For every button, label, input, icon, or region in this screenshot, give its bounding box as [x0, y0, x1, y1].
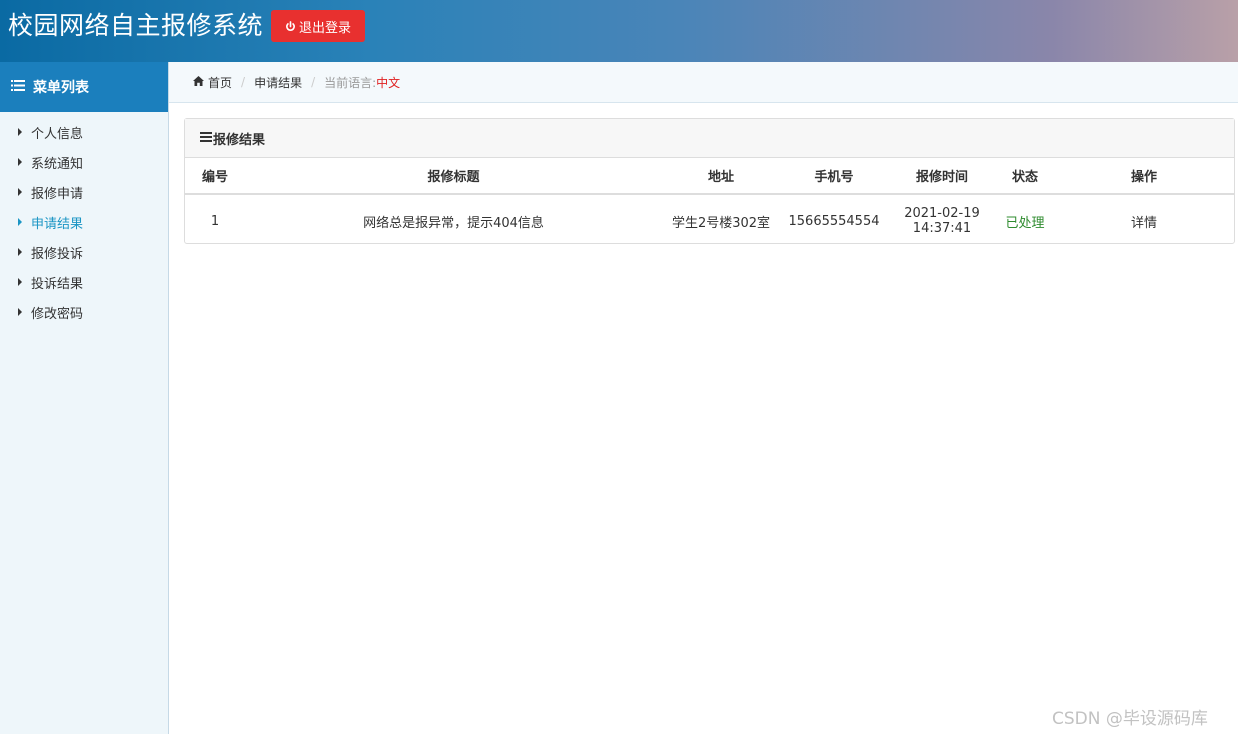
column-header-status: 状态: [996, 158, 1054, 195]
cell-address: 学生2号楼302室: [671, 215, 771, 231]
cell-clock-text: 14:37:41: [912, 221, 972, 236]
panel-header: 报修结果: [185, 119, 1234, 158]
cell-status: 已处理: [1005, 215, 1045, 231]
cell-id: 1: [210, 213, 220, 229]
sidebar-menu: 个人信息 系统通知 报修申请 申请结果 报修投诉 投诉结果 修改密码: [0, 117, 168, 327]
sidebar-item-change-password[interactable]: 修改密码: [0, 297, 168, 327]
top-header: 校园网络自主报修系统 退出登录: [0, 0, 1238, 62]
sidebar-item-repair-complaint[interactable]: 报修投诉: [0, 237, 168, 267]
logout-label: 退出登录: [298, 20, 351, 36]
hamburger-icon: [200, 131, 212, 146]
list-icon: [11, 79, 25, 95]
breadcrumb: 首页 / 申请结果 / 当前语言: 中文: [169, 62, 1238, 103]
column-header-title: 报修标题: [245, 158, 662, 195]
sidebar-item-repair-request[interactable]: 报修申请: [0, 177, 168, 207]
sidebar-item-label: 个人信息: [31, 126, 84, 142]
sidebar-item-label: 报修投诉: [31, 246, 84, 262]
cell-phone: 15665554554: [788, 213, 880, 229]
app-title: 校园网络自主报修系统: [8, 11, 264, 40]
caret-right-icon: [18, 308, 22, 316]
sidebar-item-label: 申请结果: [31, 216, 84, 232]
sidebar-item-system-notice[interactable]: 系统通知: [0, 147, 168, 177]
cell-date-text: 2021-02-19: [904, 206, 980, 221]
sidebar-title: 菜单列表: [33, 80, 89, 96]
sidebar-item-label: 投诉结果: [31, 276, 84, 292]
column-header-time: 报修时间: [888, 158, 996, 195]
repair-result-table: 编号 报修标题 地址 手机号 报修时间 状态 操作 1 网络总是报异常，提示40…: [185, 158, 1234, 247]
caret-right-icon: [18, 248, 22, 256]
breadcrumb-separator: /: [311, 75, 316, 89]
table-row: 1 网络总是报异常，提示404信息 学生2号楼302室 15665554554 …: [185, 194, 1234, 247]
cell-title: 网络总是报异常，提示404信息: [363, 215, 544, 231]
breadcrumb-separator: /: [241, 75, 246, 89]
caret-right-icon: [18, 158, 22, 166]
language-value[interactable]: 中文: [376, 74, 400, 91]
panel-title: 报修结果: [213, 132, 266, 148]
sidebar: 菜单列表 个人信息 系统通知 报修申请 申请结果 报修投诉 投诉结果 修改密码: [0, 62, 169, 734]
caret-right-icon: [18, 278, 22, 286]
column-header-phone: 手机号: [780, 158, 888, 195]
table-header-row: 编号 报修标题 地址 手机号 报修时间 状态 操作: [185, 158, 1234, 195]
caret-right-icon: [18, 218, 22, 226]
caret-right-icon: [18, 188, 22, 196]
sidebar-item-request-result[interactable]: 申请结果: [0, 207, 168, 237]
cell-time: 2021-02-19 14:37:41: [888, 194, 996, 247]
column-header-id: 编号: [185, 158, 245, 195]
column-header-address: 地址: [662, 158, 780, 195]
repair-result-panel: 报修结果 编号 报修标题 地址 手机号 报修时间 状态 操作 1 网络总是报异常…: [184, 118, 1235, 244]
detail-link[interactable]: 详情: [1054, 194, 1234, 247]
sidebar-item-personal-info[interactable]: 个人信息: [0, 117, 168, 147]
column-header-action: 操作: [1054, 158, 1234, 195]
sidebar-item-label: 系统通知: [31, 156, 84, 172]
sidebar-item-label: 修改密码: [31, 306, 84, 322]
caret-right-icon: [18, 128, 22, 136]
logout-button[interactable]: 退出登录: [271, 10, 365, 42]
sidebar-header: 菜单列表: [0, 62, 168, 112]
sidebar-item-complaint-result[interactable]: 投诉结果: [0, 267, 168, 297]
language-label: 当前语言:: [324, 75, 377, 90]
breadcrumb-home-link[interactable]: 首页: [208, 74, 232, 91]
sidebar-item-label: 报修申请: [31, 186, 84, 202]
power-icon: [285, 20, 296, 32]
home-icon: [193, 75, 204, 89]
breadcrumb-current: 申请结果: [254, 75, 303, 90]
watermark: CSDN @毕设源码库: [1052, 709, 1208, 729]
